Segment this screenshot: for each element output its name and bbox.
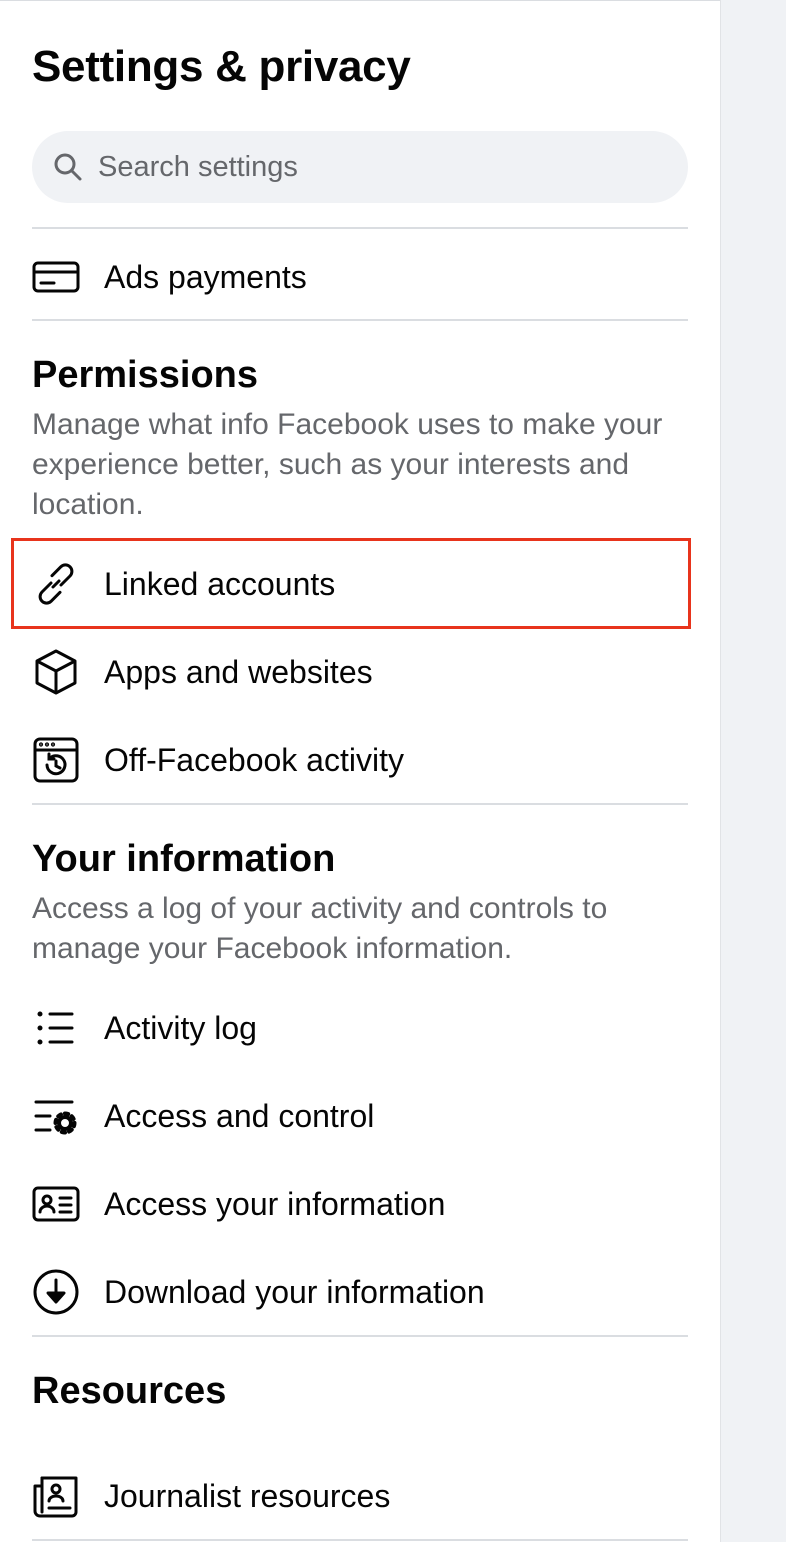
search-input[interactable] xyxy=(96,149,660,185)
off-facebook-activity-item[interactable]: Off-Facebook activity xyxy=(32,724,688,796)
section-description-your-information: Access a log of your activity and contro… xyxy=(32,892,608,965)
divider xyxy=(32,319,688,321)
item-label: Linked accounts xyxy=(104,566,336,602)
item-label: Apps and websites xyxy=(104,654,373,690)
item-label: Download your information xyxy=(104,1274,485,1310)
activity-log-item[interactable]: Activity log xyxy=(32,992,688,1064)
download-your-information-item[interactable]: Download your information xyxy=(32,1256,688,1328)
item-label: Access your information xyxy=(104,1186,446,1222)
browser-history-icon xyxy=(32,736,80,784)
settings-panel: Settings & privacy Ads payments Permissi… xyxy=(0,0,720,1542)
item-label: Ads payments xyxy=(104,259,307,295)
item-label: Activity log xyxy=(104,1010,257,1046)
divider xyxy=(32,227,688,229)
section-title-your-information: Your information xyxy=(32,838,336,880)
section-title-permissions: Permissions xyxy=(32,354,258,396)
apps-and-websites-item[interactable]: Apps and websites xyxy=(32,636,688,708)
linked-accounts-item[interactable]: Linked accounts xyxy=(32,548,688,620)
page-title: Settings & privacy xyxy=(32,42,411,91)
access-and-control-item[interactable]: Access and control xyxy=(32,1080,688,1152)
item-label: Off-Facebook activity xyxy=(104,742,404,778)
item-label: Access and control xyxy=(104,1098,375,1134)
divider xyxy=(32,1539,688,1541)
divider xyxy=(32,803,688,805)
link-icon xyxy=(32,560,80,608)
newspaper-icon xyxy=(32,1472,80,1520)
search-bar[interactable] xyxy=(32,131,688,203)
list-gear-icon xyxy=(32,1092,80,1140)
divider xyxy=(32,1335,688,1337)
list-icon xyxy=(32,1004,80,1052)
section-description-permissions: Manage what info Facebook uses to make y… xyxy=(32,408,663,521)
ads-payments-item[interactable]: Ads payments xyxy=(32,241,688,313)
download-circle-icon xyxy=(32,1268,80,1316)
access-your-information-item[interactable]: Access your information xyxy=(32,1168,688,1240)
journalist-resources-item[interactable]: Journalist resources xyxy=(32,1460,688,1532)
cube-icon xyxy=(32,648,80,696)
id-card-icon xyxy=(32,1180,80,1228)
credit-card-icon xyxy=(32,253,80,301)
search-icon xyxy=(54,153,82,181)
section-title-resources: Resources xyxy=(32,1370,227,1412)
item-label: Journalist resources xyxy=(104,1478,391,1514)
